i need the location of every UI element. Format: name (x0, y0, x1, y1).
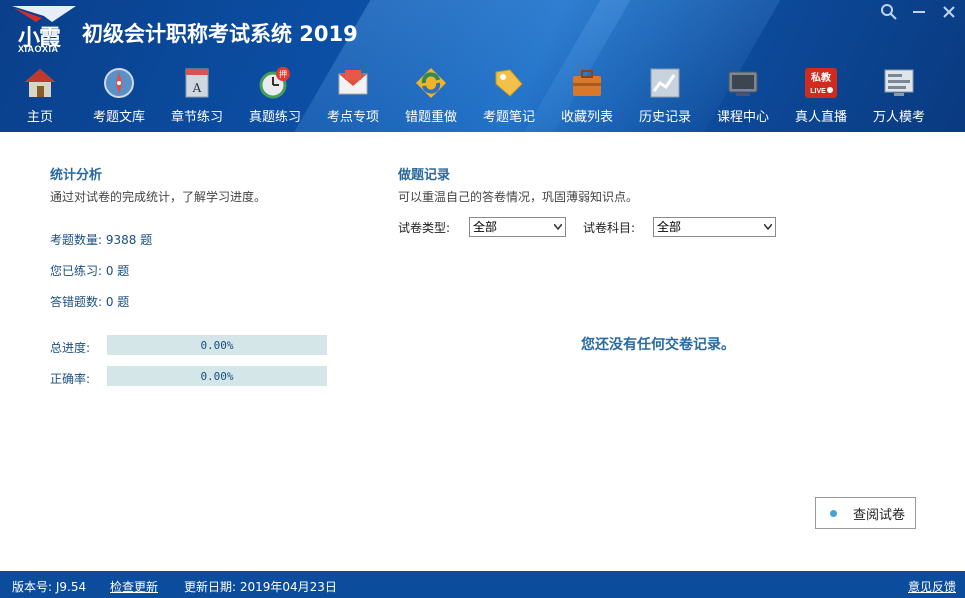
version-text: 版本号: J9.54 (12, 580, 87, 594)
toolbar-label: 真人直播 (794, 110, 847, 125)
live-icon: 私教 LIVE (805, 68, 837, 98)
stats-title: 统计分析 (50, 168, 103, 183)
toolbar-item-home[interactable]: 主页 (0, 64, 80, 128)
paper-type-select[interactable]: 全部 (469, 217, 566, 237)
progress-value: 0.00% (200, 338, 234, 352)
review-paper-button[interactable]: 查阅试卷 (815, 497, 916, 529)
toolbar-item-notes[interactable]: 考题笔记 (470, 64, 548, 128)
records-title: 做题记录 (398, 168, 451, 183)
check-update-link[interactable]: 检查更新 (110, 578, 158, 595)
toolbar-item-favorites[interactable]: 收藏列表 (548, 64, 626, 128)
stats-desc: 通过对试卷的完成统计，了解学习进度。 (50, 190, 267, 204)
status-bar: 版本号: J9.54 检查更新 更新日期: 2019年04月23日 意见反馈 (0, 571, 965, 598)
toolbar-label: 主页 (26, 110, 53, 125)
review-paper-label: 查阅试卷 (853, 507, 906, 523)
toolbar-item-courses[interactable]: 课程中心 (704, 64, 782, 128)
progress-label: 总进度: (50, 341, 91, 355)
app-header: 小霞 XIAOXIA 初级会计职称考试系统 2019 主页 考题文库 A 章节练… (0, 0, 965, 132)
main-content: 统计分析 通过对试卷的完成统计，了解学习进度。 考题数量: 9388 题 您已练… (0, 132, 965, 571)
empty-records-message: 您还没有任何交卷记录。 (581, 337, 735, 353)
window-controls (879, 2, 959, 22)
paper-subject-label: 试卷科目: (583, 221, 636, 235)
accuracy-bar: 0.00% (107, 366, 327, 386)
toolbar-item-library[interactable]: 考题文库 (80, 64, 158, 128)
close-icon[interactable] (939, 2, 959, 22)
toolbar-label: 收藏列表 (560, 110, 613, 125)
compass-icon (104, 68, 134, 98)
records-desc: 可以重温自己的答卷情况，巩固薄弱知识点。 (398, 190, 639, 204)
toolbar-item-key-points[interactable]: 考点专项 (314, 64, 392, 128)
toolbar-label: 错题重做 (404, 110, 457, 125)
progress-bar: 0.00% (107, 335, 327, 355)
mail-icon (338, 70, 368, 95)
refresh-icon (416, 68, 446, 98)
toolbar-label: 考题笔记 (482, 110, 535, 125)
toolbar-label: 万人模考 (872, 110, 925, 125)
paper-type-value: 全部 (473, 220, 498, 234)
chart-icon (650, 68, 680, 98)
accuracy-label: 正确率: (50, 372, 91, 386)
toolbar-label: 章节练习 (170, 110, 223, 125)
question-count: 考题数量: 9388 题 (50, 233, 153, 247)
monitor-icon (884, 69, 914, 96)
toolbar-item-history[interactable]: 历史记录 (626, 64, 704, 128)
wrong-count: 答错题数: 0 题 (50, 295, 130, 309)
chevron-down-icon (764, 224, 772, 230)
chevron-down-icon (554, 224, 562, 230)
toolbar-item-mock-exam[interactable]: 万人模考 (860, 64, 938, 128)
paper-subject-select[interactable]: 全部 (653, 217, 776, 237)
main-toolbar: 主页 考题文库 A 章节练习 押 真题练习 考点专项 错题重做 考题笔记 收藏列… (0, 64, 965, 128)
toolbar-label: 真题练习 (248, 110, 301, 125)
accuracy-value: 0.00% (200, 369, 234, 383)
svg-text:私教: 私教 (810, 71, 832, 84)
bullet-dot-icon (830, 509, 837, 517)
toolbar-label: 考点专项 (326, 110, 379, 125)
paper-subject-value: 全部 (657, 220, 682, 234)
app-title: 初级会计职称考试系统 2019 (82, 22, 358, 46)
tag-icon (495, 69, 523, 97)
paper-type-label: 试卷类型: (398, 221, 451, 235)
toolbar-item-redo-wrong[interactable]: 错题重做 (392, 64, 470, 128)
logo-text-en: XIAOXIA (18, 44, 59, 54)
home-icon (25, 69, 55, 97)
briefcase-icon (573, 70, 601, 96)
toolbar-label: 课程中心 (716, 110, 769, 125)
minimize-icon[interactable] (909, 2, 929, 22)
svg-text:押: 押 (279, 69, 287, 79)
toolbar-label: 考题文库 (92, 110, 145, 125)
toolbar-label: 历史记录 (638, 110, 691, 125)
feedback-link[interactable]: 意见反馈 (908, 578, 956, 595)
toolbar-item-real-exam[interactable]: 押 真题练习 (236, 64, 314, 128)
svg-text:LIVE: LIVE (810, 88, 826, 95)
update-date-text: 更新日期: 2019年04月23日 (184, 580, 337, 594)
toolbar-item-chapter[interactable]: A 章节练习 (158, 64, 236, 128)
clock-icon: 押 (259, 67, 290, 99)
toolbar-item-live[interactable]: 私教 LIVE 真人直播 (782, 64, 860, 128)
book-icon: A (185, 68, 209, 98)
search-icon[interactable] (879, 2, 899, 22)
svg-text:A: A (192, 81, 202, 95)
tv-icon (728, 71, 758, 96)
app-logo: 小霞 XIAOXIA (12, 4, 76, 56)
practiced-count: 您已练习: 0 题 (50, 264, 130, 278)
